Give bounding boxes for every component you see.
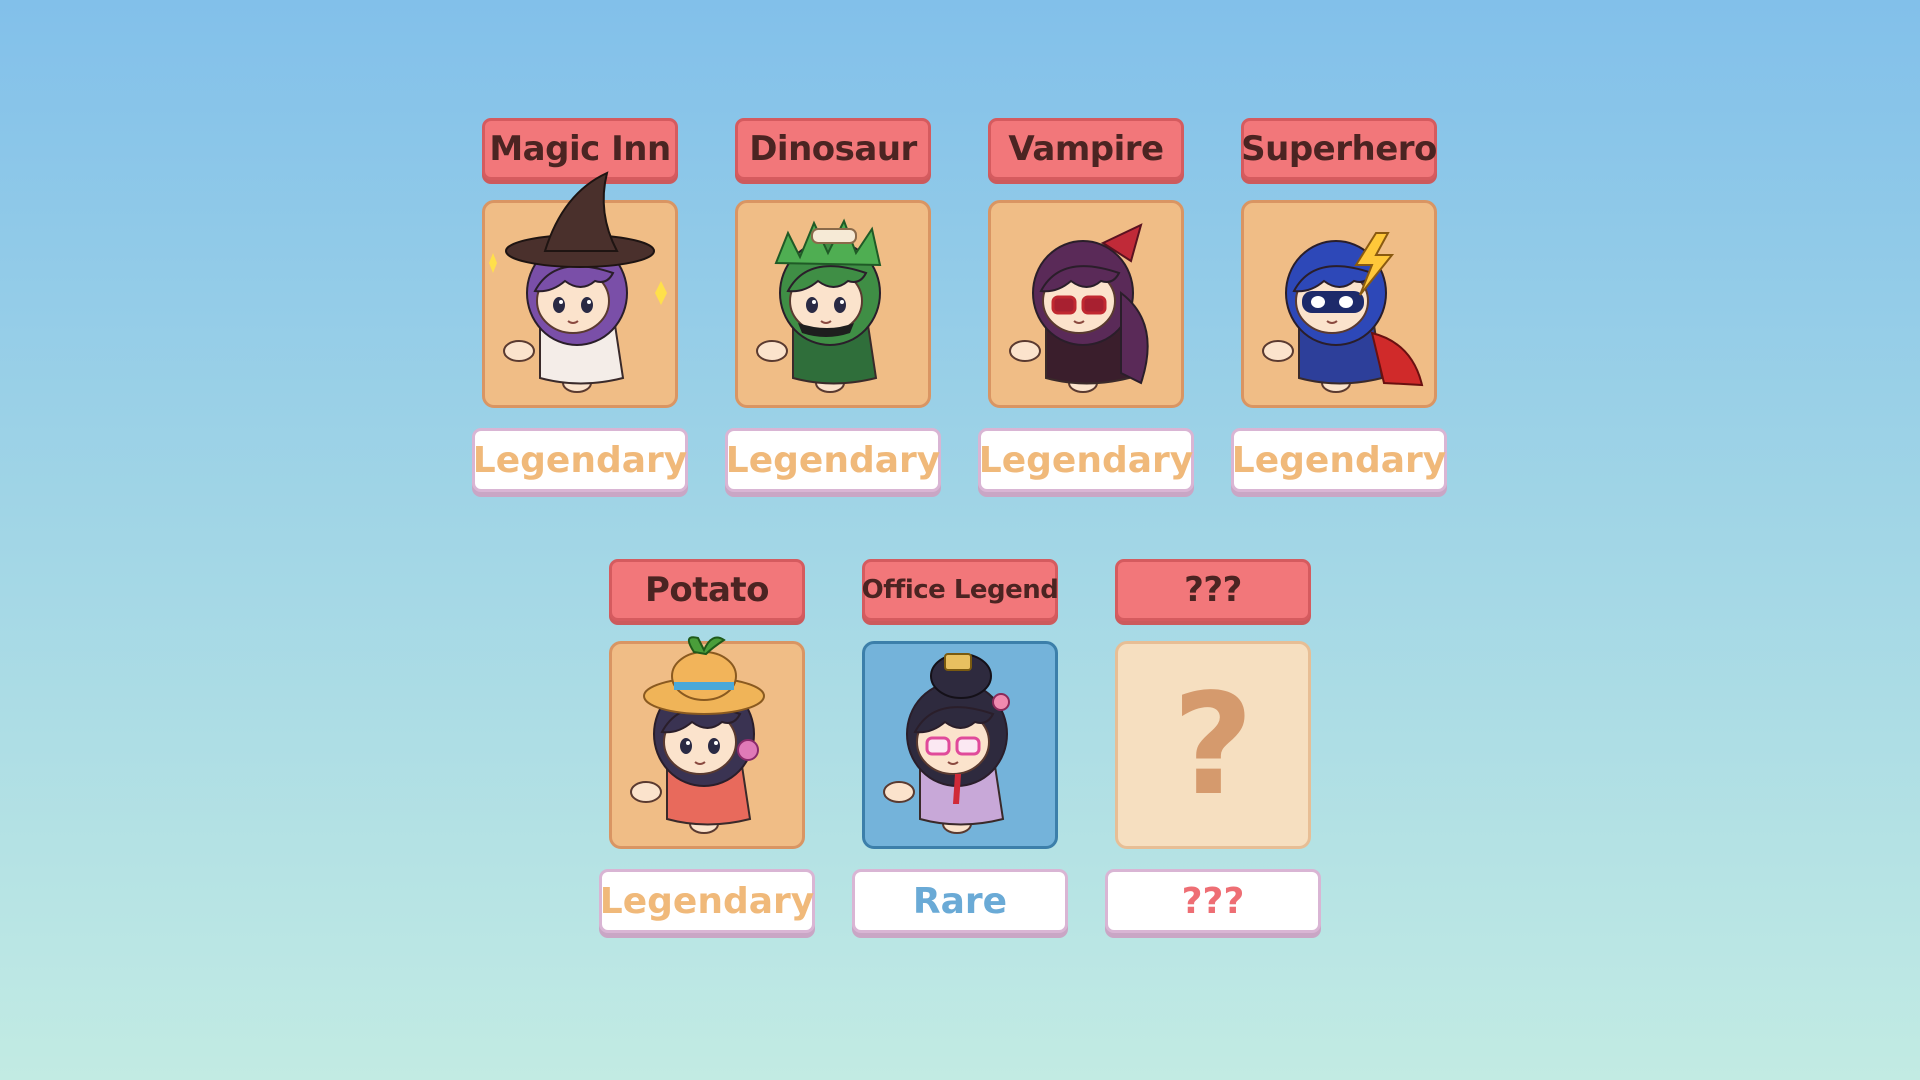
potato-character-icon xyxy=(630,636,765,834)
rarity-label: Legendary xyxy=(472,439,688,481)
rarity-label: Legendary xyxy=(1231,439,1447,481)
costume-title: Superhero xyxy=(1241,129,1437,169)
costume-title-badge: Office Legend xyxy=(861,559,1059,621)
costume-title: Office Legend xyxy=(861,575,1059,605)
costume-portrait[interactable] xyxy=(609,636,805,849)
rarity-badge: Legendary xyxy=(978,428,1194,492)
costume-portrait[interactable] xyxy=(862,641,1058,849)
costume-title: Potato xyxy=(644,570,770,610)
costume-title-badge: Dinosaur xyxy=(735,118,931,180)
rarity-badge: Rare xyxy=(852,869,1068,933)
costume-title: Vampire xyxy=(1008,129,1164,169)
costume-portrait-locked[interactable]: ? xyxy=(1115,641,1311,849)
vampire-character-icon xyxy=(1009,223,1149,393)
rarity-badge: ??? xyxy=(1105,869,1321,933)
costume-title-badge: ??? xyxy=(1115,559,1311,621)
question-mark-icon: ? xyxy=(1172,663,1254,827)
rarity-badge: Legendary xyxy=(599,869,815,933)
costume-title-badge: Magic Inn xyxy=(482,118,678,180)
rarity-badge: Legendary xyxy=(472,428,688,492)
costume-portrait[interactable] xyxy=(1241,200,1437,408)
rarity-label: Legendary xyxy=(599,880,815,922)
costume-portrait[interactable] xyxy=(735,200,931,408)
costume-portrait[interactable] xyxy=(482,171,678,408)
dinosaur-character-icon xyxy=(756,218,882,393)
rarity-label: Legendary xyxy=(978,439,1194,481)
costume-title: Dinosaur xyxy=(749,129,917,169)
office-character-icon xyxy=(883,653,1010,834)
costume-title-badge: Superhero xyxy=(1241,118,1437,180)
costume-portrait[interactable] xyxy=(988,200,1184,408)
rarity-label: Rare xyxy=(912,880,1008,922)
rarity-badge: Legendary xyxy=(725,428,941,492)
rarity-label: Legendary xyxy=(725,439,941,481)
superhero-character-icon xyxy=(1262,232,1424,393)
rarity-badge: Legendary xyxy=(1231,428,1447,492)
costume-title: ??? xyxy=(1184,570,1242,610)
costume-title-badge: Vampire xyxy=(988,118,1184,180)
witch-character-icon xyxy=(489,171,667,393)
costume-title: Magic Inn xyxy=(489,129,671,169)
costume-title-badge: Potato xyxy=(609,559,805,621)
rarity-label: ??? xyxy=(1181,880,1245,922)
